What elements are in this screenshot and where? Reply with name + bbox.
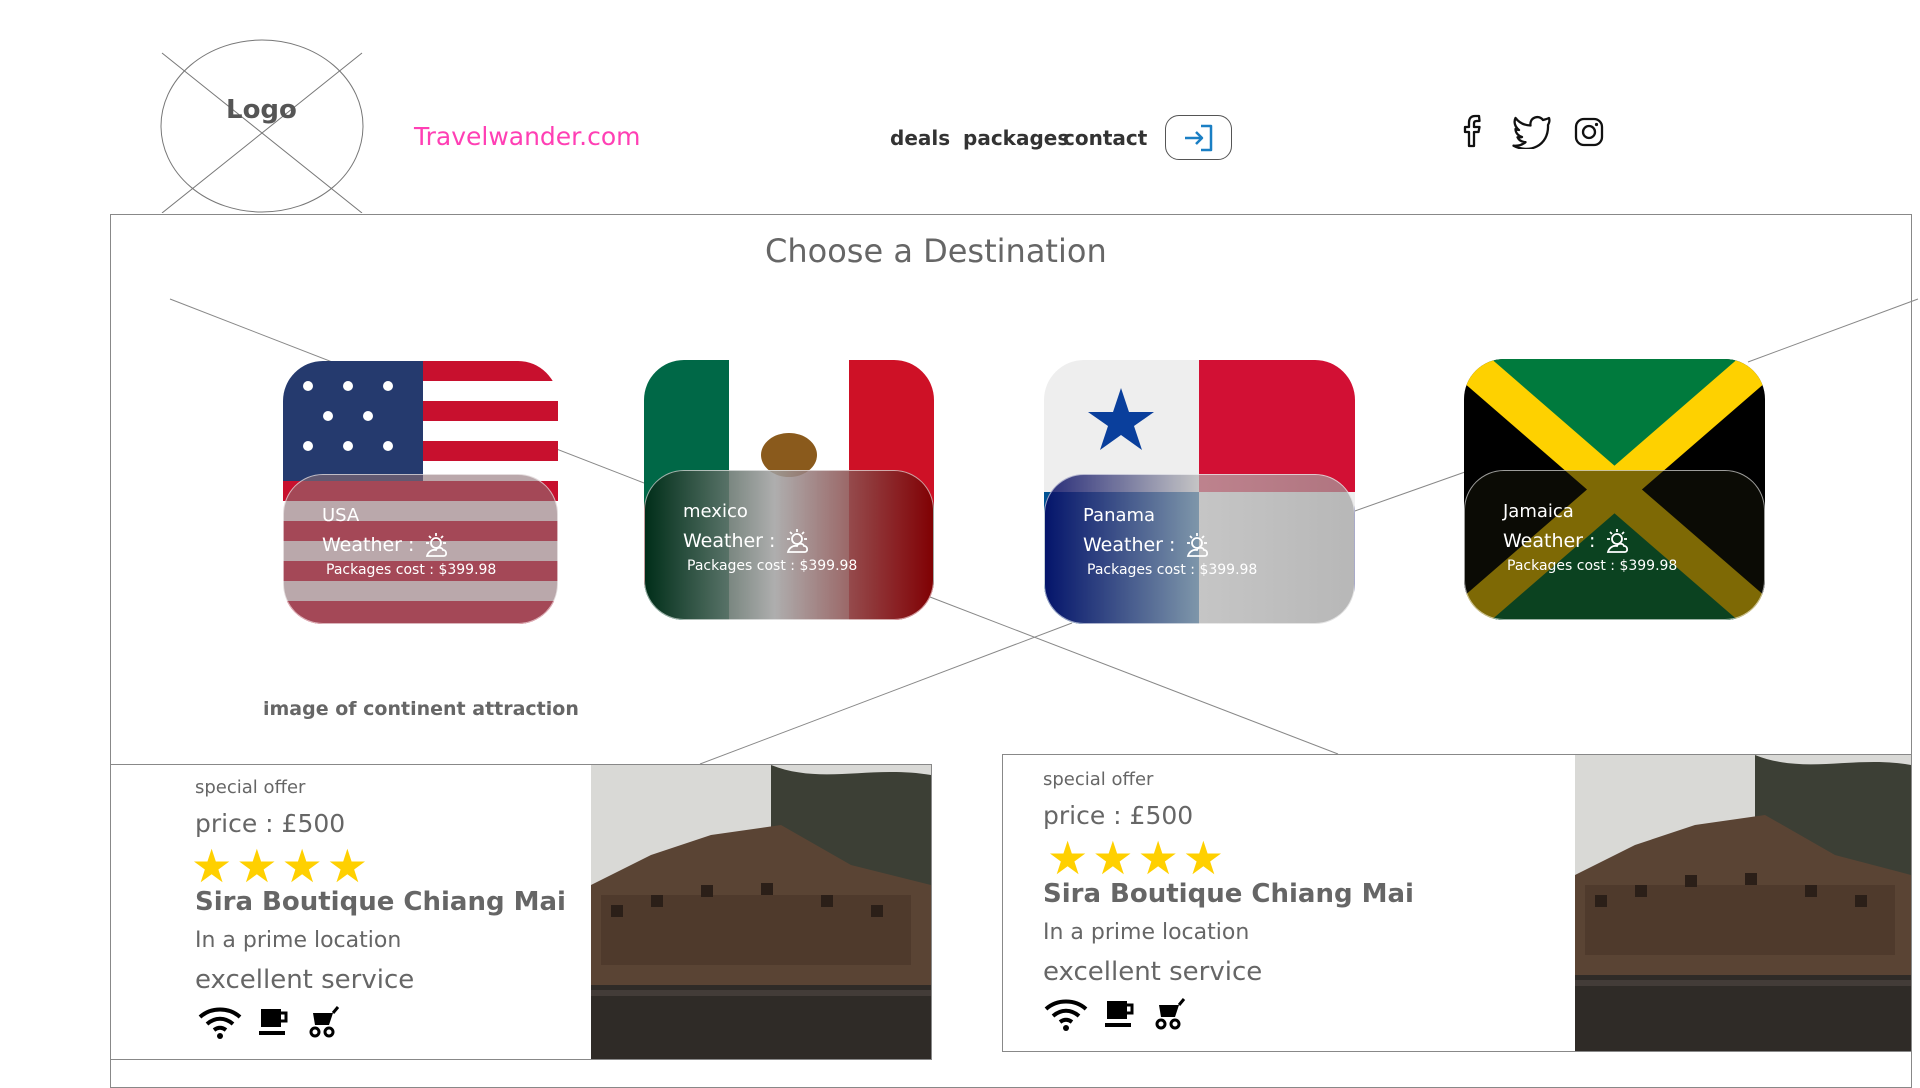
stroller-icon <box>1155 998 1186 1030</box>
attraction-caption: image of continent attraction <box>263 698 579 720</box>
hotel-service: excellent service <box>195 965 415 995</box>
wifi-icon <box>198 1007 242 1039</box>
weather-label: Weather : <box>1503 530 1596 552</box>
login-button[interactable] <box>1165 115 1232 160</box>
nav-deals[interactable]: deals <box>890 126 950 150</box>
weather-line: Weather : <box>683 528 933 554</box>
destination-info-panel: Panama Weather : Packages cost : $399.98 <box>1044 474 1355 624</box>
offer-price: price : £500 <box>195 809 346 838</box>
nav-contact[interactable]: contact <box>1063 126 1147 150</box>
hotel-name: Sira Boutique Chiang Mai <box>1043 879 1414 909</box>
hotel-location: In a prime location <box>1043 920 1250 945</box>
destination-card-mexico[interactable]: mexico Weather : Packages cost : $399.98 <box>644 360 934 620</box>
coffee-icon <box>259 1009 288 1035</box>
hotel-photo <box>591 765 931 1059</box>
destination-name: Panama <box>1083 505 1156 526</box>
amenities-row <box>1043 997 1187 1031</box>
weather-line: Weather : <box>1083 532 1354 558</box>
package-cost: Packages cost : $399.98 <box>326 562 497 578</box>
weather-label: Weather : <box>322 534 415 556</box>
hotel-location: In a prime location <box>195 928 402 953</box>
amenities-row <box>197 1005 341 1039</box>
weather-label: Weather : <box>683 530 776 552</box>
package-cost: Packages cost : $399.98 <box>1507 558 1678 574</box>
destination-name: mexico <box>683 501 748 522</box>
twitter-icon[interactable] <box>1512 113 1552 149</box>
offer-tag: special offer <box>195 777 306 798</box>
offer-tag: special offer <box>1043 769 1154 790</box>
nav-packages[interactable]: packages <box>963 126 1069 150</box>
partly-cloudy-icon <box>1607 529 1629 553</box>
destination-card-panama[interactable]: Panama Weather : Packages cost : $399.98 <box>1044 360 1355 624</box>
weather-label: Weather : <box>1083 534 1176 556</box>
instagram-icon[interactable] <box>1574 117 1604 147</box>
package-cost: Packages cost : $399.98 <box>1087 562 1258 578</box>
partly-cloudy-icon <box>426 533 448 557</box>
stroller-icon <box>309 1006 340 1038</box>
hotel-photo <box>1575 755 1911 1051</box>
weather-line: Weather : <box>1503 528 1764 554</box>
offer-price: price : £500 <box>1043 801 1194 830</box>
rating-stars: ★★★★ <box>191 839 372 893</box>
partly-cloudy-icon <box>1187 533 1209 557</box>
brand-name[interactable]: Travelwander.com <box>414 122 641 151</box>
hotel-name: Sira Boutique Chiang Mai <box>195 887 566 917</box>
offer-card[interactable]: special offer price : £500 ★★★★ Sira Bou… <box>1002 754 1912 1052</box>
hotel-service: excellent service <box>1043 957 1263 987</box>
destination-info-panel: USA Weather : Packages cost : $399.98 <box>283 474 558 624</box>
partly-cloudy-icon <box>787 529 809 553</box>
package-cost: Packages cost : $399.98 <box>687 558 858 574</box>
destination-info-panel: mexico Weather : Packages cost : $399.98 <box>644 470 934 620</box>
coffee-icon <box>1105 1001 1134 1027</box>
weather-line: Weather : <box>322 532 557 558</box>
facebook-icon[interactable] <box>1460 113 1490 149</box>
destination-name: Jamaica <box>1503 501 1574 522</box>
logo-label: Logo <box>226 95 297 125</box>
wifi-icon <box>1044 999 1088 1031</box>
offer-card[interactable]: special offer price : £500 ★★★★ Sira Bou… <box>110 764 932 1060</box>
destination-info-panel: Jamaica Weather : Packages cost : $399.9… <box>1464 470 1765 620</box>
login-icon <box>1184 124 1212 151</box>
section-title: Choose a Destination <box>765 232 1107 270</box>
rating-stars: ★★★★ <box>1047 831 1228 885</box>
destination-card-usa[interactable]: USA Weather : Packages cost : $399.98 <box>283 361 558 624</box>
destination-name: USA <box>322 505 360 526</box>
destination-card-jamaica[interactable]: Jamaica Weather : Packages cost : $399.9… <box>1464 359 1765 620</box>
logo-placeholder[interactable]: Logo <box>160 39 364 214</box>
